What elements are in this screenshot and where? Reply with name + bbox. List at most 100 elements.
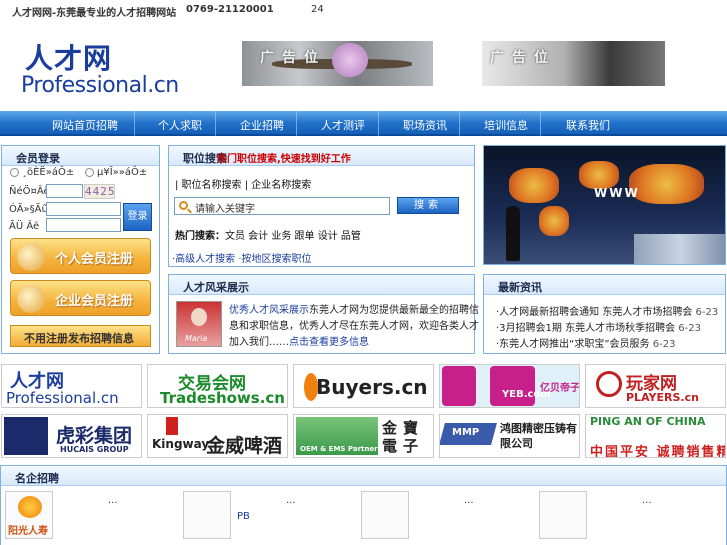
profile-panel-title: 人才风采展示 <box>183 281 249 294</box>
site-logo[interactable]: 人才网 Professional.cn <box>21 37 200 99</box>
password-input[interactable] <box>46 218 121 232</box>
city-skyline-graphic <box>634 234 725 264</box>
logo-professional[interactable]: 人才网 Professional.cn <box>1 364 142 408</box>
logo-mmp[interactable]: MMP 鸿图精密压铸有限公司 <box>439 414 580 458</box>
company-placeholder[interactable]: ... <box>108 495 118 506</box>
hot-searches-label: 热门搜索： <box>175 231 225 242</box>
news-item[interactable]: ·人才网最新招聘会通知 东莞人才市场招聘会 6-23 <box>496 303 718 318</box>
search-button[interactable]: 搜索 <box>397 197 459 214</box>
target-icon <box>596 371 622 397</box>
login-panel-header: 会员登录 <box>2 146 159 166</box>
news-item[interactable]: ·东莞人才网推出“求职宝”会员服务 6-23 <box>496 335 675 350</box>
continent-graphic <box>579 161 619 189</box>
logo-pingan[interactable]: PING AN OF CHINA 中国平安 诚聘销售精英 <box>585 414 726 458</box>
featured-companies-header: 名企招聘 <box>1 466 726 486</box>
nav-divider <box>296 111 297 136</box>
personal-register-label: 个人会员注册 <box>55 252 134 267</box>
news-item[interactable]: ·3月招聘会1期 东莞人才市场秋季招聘会 6-23 <box>496 319 701 334</box>
world-map-banner[interactable]: WWW <box>483 145 726 265</box>
company-link-pb[interactable]: PB <box>237 511 250 522</box>
ad-banner-1-label: 广告位 <box>260 50 326 66</box>
www-text: WWW <box>594 186 640 200</box>
company-thumb-sunlife[interactable]: 阳光人寿 <box>5 491 53 539</box>
ad-banner-2[interactable]: 广告位 <box>482 41 665 86</box>
top-bar: 人才网网-东莞最专业的人才招聘网站 0769-21120001 24 <box>0 0 727 22</box>
radio-company[interactable] <box>85 168 94 177</box>
login-panel-title: 会员登录 <box>16 152 60 165</box>
company-thumb[interactable] <box>539 491 587 539</box>
company-thumb[interactable] <box>183 491 231 539</box>
company-thumb[interactable] <box>361 491 409 539</box>
hot-searches-items[interactable]: 文员 会计 业务 跟单 设计 品管 <box>225 231 361 242</box>
logo-kingway[interactable]: Kingway 金威啤酒 <box>147 414 288 458</box>
nav-divider <box>540 111 541 136</box>
nav-divider <box>378 111 379 136</box>
company-register-label: 企业会员注册 <box>55 294 134 309</box>
logo-buyers[interactable]: Buyers.cn <box>293 364 434 408</box>
logo-tradeshows[interactable]: 交易会网 Tradeshows.cn <box>147 364 288 408</box>
radio-personal[interactable] <box>10 168 19 177</box>
search-tabs[interactable]: | 职位名称搜索 | 企业名称搜索 <box>175 176 311 191</box>
company-register-button[interactable]: 企业会员注册 <box>10 280 151 316</box>
logo-hucais[interactable]: 虎彩集团 HUCAIS GROUP <box>1 414 142 458</box>
profile-photo-name: Maria <box>185 334 208 343</box>
company-placeholder[interactable]: ... <box>464 495 474 506</box>
login-button[interactable]: 登录 <box>123 203 152 231</box>
nav-item-home[interactable]: 网站首页招聘 <box>52 117 118 133</box>
ad-banner-1[interactable]: 广告位 <box>242 41 433 86</box>
free-post-label: 不用注册发布招聘信息 <box>24 332 134 345</box>
main-nav: 网站首页招聘 个人求职 企业招聘 人才测评 职场资讯 培训信息 联系我们 <box>0 111 727 136</box>
profile-highlight[interactable]: 优秀人才风采展示 <box>229 305 309 316</box>
captcha-label: ÑéÖ¤Âë <box>9 186 50 197</box>
captcha-input[interactable] <box>46 184 83 198</box>
search-placeholder: 请输入关键字 <box>195 204 255 215</box>
yeb-pink-block <box>442 366 476 406</box>
hucais-emblem <box>4 417 48 455</box>
search-extra-links[interactable]: ·高级人才搜索 ·按地区搜索职位 <box>172 250 312 265</box>
sun-icon <box>18 496 42 518</box>
free-post-button[interactable]: 不用注册发布招聘信息 <box>10 325 151 347</box>
news-panel-title: 最新资讯 <box>498 281 542 294</box>
buyers-icon <box>304 373 318 401</box>
continent-graphic <box>629 164 704 204</box>
logo-yeb[interactable]: YEB.com 亿贝帝子网 <box>439 364 580 408</box>
yeb-pink-block <box>490 366 535 406</box>
personal-register-button[interactable]: 个人会员注册 <box>10 238 151 274</box>
ad-banner-2-label: 广告位 <box>490 50 556 66</box>
nav-item-contact[interactable]: 联系我们 <box>566 117 610 133</box>
continent-graphic <box>509 168 559 203</box>
search-panel-subtitle: 热门职位搜索,快速找到好工作 <box>217 154 351 165</box>
nav-divider <box>134 111 135 136</box>
service-hours: 24 <box>311 4 324 15</box>
profile-face <box>191 308 207 326</box>
logo-en-text: Professional.cn <box>21 73 179 98</box>
nav-item-training[interactable]: 培训信息 <box>484 117 528 133</box>
logo-kinpo[interactable]: OEM & EMS Partner 金寶電子 <box>293 414 434 458</box>
profile-photo[interactable]: Maria <box>176 301 222 347</box>
nav-divider <box>459 111 460 136</box>
company-placeholder[interactable]: ... <box>642 495 652 506</box>
news-panel-header: 最新资讯 <box>484 275 725 295</box>
radio-company-label: µ¥Î»»áÔ± <box>97 167 148 178</box>
password-label: ÃÜ Âë <box>9 221 40 232</box>
username-input[interactable] <box>46 202 121 216</box>
logo-cn-text: 人才网 <box>25 42 113 75</box>
nav-item-assessment[interactable]: 人才测评 <box>321 117 365 133</box>
nav-item-recruit[interactable]: 企业招聘 <box>240 117 284 133</box>
search-input[interactable]: 请输入关键字 <box>174 197 390 215</box>
nav-item-jobseek[interactable]: 个人求职 <box>158 117 202 133</box>
nav-item-news[interactable]: 职场资讯 <box>403 117 447 133</box>
profile-more-link[interactable]: 点击查看更多信息 <box>289 337 369 348</box>
site-name: 人才网网-东莞最专业的人才招聘网站 <box>12 8 177 19</box>
flower-graphic <box>332 43 368 77</box>
search-panel-header: 职位搜索 热门职位搜索,快速找到好工作 <box>169 146 474 166</box>
captcha-image: 4425 <box>84 184 116 199</box>
hot-searches: 热门搜索：文员 会计 业务 跟单 设计 品管 <box>175 227 361 242</box>
company-placeholder[interactable]: ... <box>286 495 296 506</box>
nav-divider <box>215 111 216 136</box>
businessman-graphic <box>506 206 520 261</box>
profile-text: 优秀人才风采展示东莞人才网为您提供最新最全的招聘信息和求职信息，优秀人才尽在东莞… <box>229 303 479 351</box>
magnifier-icon <box>17 285 45 313</box>
search-icon <box>179 201 188 210</box>
logo-players[interactable]: 玩家网 PLAYERS.cn <box>585 364 726 408</box>
